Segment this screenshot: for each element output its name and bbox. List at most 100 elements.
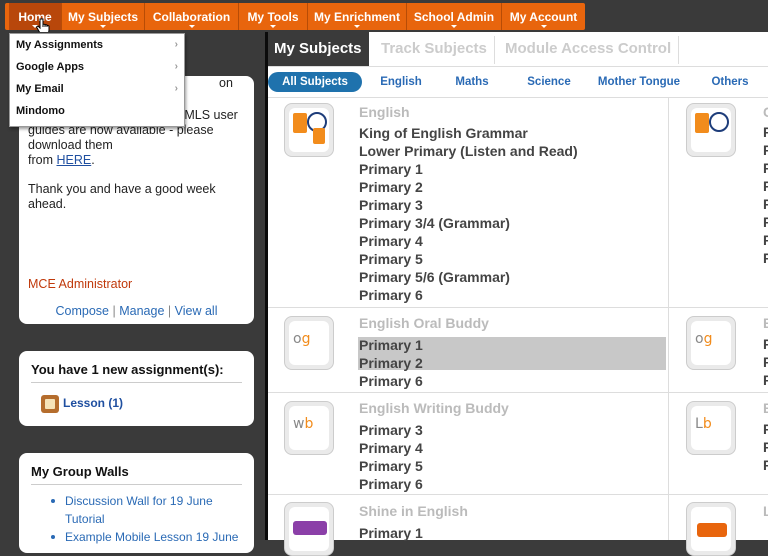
menu-item-google-apps[interactable]: Google Apps › <box>10 56 184 78</box>
level-link[interactable]: Primary 2 <box>359 178 423 196</box>
level-link[interactable]: Primary 2 <box>359 354 423 372</box>
english-mascot-icon[interactable] <box>284 103 334 157</box>
filter-science[interactable]: Science <box>516 72 582 92</box>
submenu-arrow-icon: › <box>174 39 178 50</box>
submenu-arrow-icon: › <box>174 83 178 94</box>
cut-off-level[interactable]: P <box>763 354 768 370</box>
subject-filter-bar: All Subjects English Maths Science Mothe… <box>268 67 768 98</box>
home-dropdown-menu: My Assignments › Google Apps › My Email › M… <box>9 33 185 127</box>
group-walls-list: Discussion Wall for 19 June Tutorial Exa… <box>51 492 251 546</box>
cut-off-level[interactable]: P <box>763 214 768 230</box>
cut-off-level[interactable]: P <box>763 421 768 437</box>
level-link[interactable]: Primary 4 <box>359 232 423 250</box>
cut-off-level[interactable]: P <box>763 142 768 158</box>
level-link[interactable]: Primary 3 <box>359 196 423 214</box>
filter-mother-tongue[interactable]: Mother Tongue <box>594 72 684 92</box>
compose-link[interactable]: Compose <box>56 304 110 318</box>
here-link[interactable]: HERE <box>56 153 91 167</box>
subjects-panel: My Subjects Track Subjects Module Access… <box>268 32 768 556</box>
view-all-link[interactable]: View all <box>175 304 218 318</box>
listening-buddy-icon[interactable]: Lb <box>686 401 736 455</box>
cut-off-level[interactable]: P <box>763 336 768 352</box>
cut-off-level[interactable]: P <box>763 196 768 212</box>
announcement-links: Compose | Manage | View all <box>55 304 218 318</box>
subject-title-english-oral-buddy: English Oral Buddy <box>359 315 489 331</box>
submenu-arrow-icon: › <box>174 61 178 72</box>
nav-collaboration[interactable]: Collaboration <box>145 3 239 30</box>
cut-off-level[interactable]: P <box>763 232 768 248</box>
filter-english[interactable]: English <box>374 72 428 92</box>
tab-my-subjects[interactable]: My Subjects <box>268 32 369 66</box>
oral-buddy-icon[interactable]: og <box>284 316 334 370</box>
caret-down-icon <box>270 25 276 28</box>
level-link[interactable]: Lower Primary (Listen and Read) <box>359 142 578 160</box>
cut-off-level[interactable]: P <box>763 124 768 140</box>
announcement-partial-line: on <box>219 76 233 90</box>
level-link[interactable]: King of English Grammar <box>359 124 528 142</box>
cut-off-subject-title: C <box>763 104 768 120</box>
level-link[interactable]: Primary 3/4 (Grammar) <box>359 214 510 232</box>
subject-title-shine-in-english: Shine in English <box>359 503 468 519</box>
divider <box>31 382 242 383</box>
level-link[interactable]: Primary 4 <box>359 439 423 457</box>
filter-maths[interactable]: Maths <box>448 72 496 92</box>
cut-off-subject-title: L <box>763 503 768 519</box>
nav-my-subjects[interactable]: My Subjects <box>62 3 145 30</box>
divider <box>31 484 242 485</box>
level-link[interactable]: Primary 6 <box>359 286 423 304</box>
level-link[interactable]: Primary 6 <box>359 372 423 390</box>
menu-item-my-assignments[interactable]: My Assignments › <box>10 34 184 56</box>
subject-title-english-writing-buddy: English Writing Buddy <box>359 400 509 416</box>
assignments-title: You have 1 new assignment(s): <box>31 362 224 377</box>
cut-off-level[interactable]: P <box>763 457 768 473</box>
tabs-bar: My Subjects Track Subjects Module Access… <box>268 32 768 67</box>
caret-down-icon <box>100 25 106 28</box>
tab-module-access-control[interactable]: Module Access Control <box>499 32 677 66</box>
level-link[interactable]: Primary 5/6 (Grammar) <box>359 268 510 286</box>
nav-school-admin[interactable]: School Admin <box>407 3 502 30</box>
level-link[interactable]: Primary 5 <box>359 457 423 475</box>
assignments-card: You have 1 new assignment(s): Lesson (1) <box>19 351 254 426</box>
tab-track-subjects[interactable]: Track Subjects <box>375 32 493 66</box>
cut-off-level[interactable]: P <box>763 178 768 194</box>
cut-off-level[interactable]: P <box>763 439 768 455</box>
nav-my-enrichment[interactable]: My Enrichment <box>308 3 407 30</box>
shine-english-icon[interactable] <box>284 502 334 556</box>
filter-all-subjects[interactable]: All Subjects <box>268 72 362 92</box>
menu-item-mindomo[interactable]: Mindomo <box>10 100 184 122</box>
oral-buddy-icon[interactable]: og <box>686 316 736 370</box>
top-nav: Home My Subjects Collaboration My Tools … <box>0 0 768 32</box>
announcement-closing: Thank you and have a good week ahead. <box>28 182 216 211</box>
tab-divider <box>678 36 679 64</box>
caret-down-icon <box>188 25 195 28</box>
cut-off-subject-title: E <box>763 315 768 331</box>
caret-down-icon <box>354 25 360 28</box>
english-book-icon[interactable] <box>686 502 736 556</box>
manage-link[interactable]: Manage <box>119 304 164 318</box>
level-link[interactable]: Primary 6 <box>359 475 423 493</box>
level-link[interactable]: Primary 1 <box>359 336 423 354</box>
lesson-link[interactable]: Lesson (1) <box>63 396 123 410</box>
filter-others[interactable]: Others <box>702 72 758 92</box>
cut-off-level[interactable]: P <box>763 250 768 266</box>
group-wall-link[interactable]: Discussion Wall for 19 June Tutorial <box>51 492 251 528</box>
english-mascot-icon[interactable] <box>686 103 736 157</box>
caret-down-icon <box>451 25 457 28</box>
caret-down-icon <box>540 25 547 28</box>
level-link[interactable]: Primary 5 <box>359 250 423 268</box>
menu-item-my-email[interactable]: My Email › <box>10 78 184 100</box>
subject-title-english: English <box>359 104 410 120</box>
lesson-icon <box>41 395 59 413</box>
level-link[interactable]: Primary 1 <box>359 160 423 178</box>
group-wall-link[interactable]: Example Mobile Lesson 19 June <box>51 528 251 546</box>
cut-off-subject-title: E <box>763 400 768 416</box>
group-walls-card: My Group Walls Discussion Wall for 19 Ju… <box>19 453 254 553</box>
level-link[interactable]: Primary 3 <box>359 421 423 439</box>
nav-my-account[interactable]: My Account <box>502 3 585 30</box>
cut-off-level[interactable]: P <box>763 160 768 176</box>
cut-off-level[interactable]: P <box>763 372 768 388</box>
writing-buddy-icon[interactable]: wb <box>284 401 334 455</box>
group-walls-title: My Group Walls <box>31 464 129 479</box>
level-link[interactable]: Primary 1 <box>359 524 423 542</box>
nav-my-tools[interactable]: My Tools <box>239 3 308 30</box>
